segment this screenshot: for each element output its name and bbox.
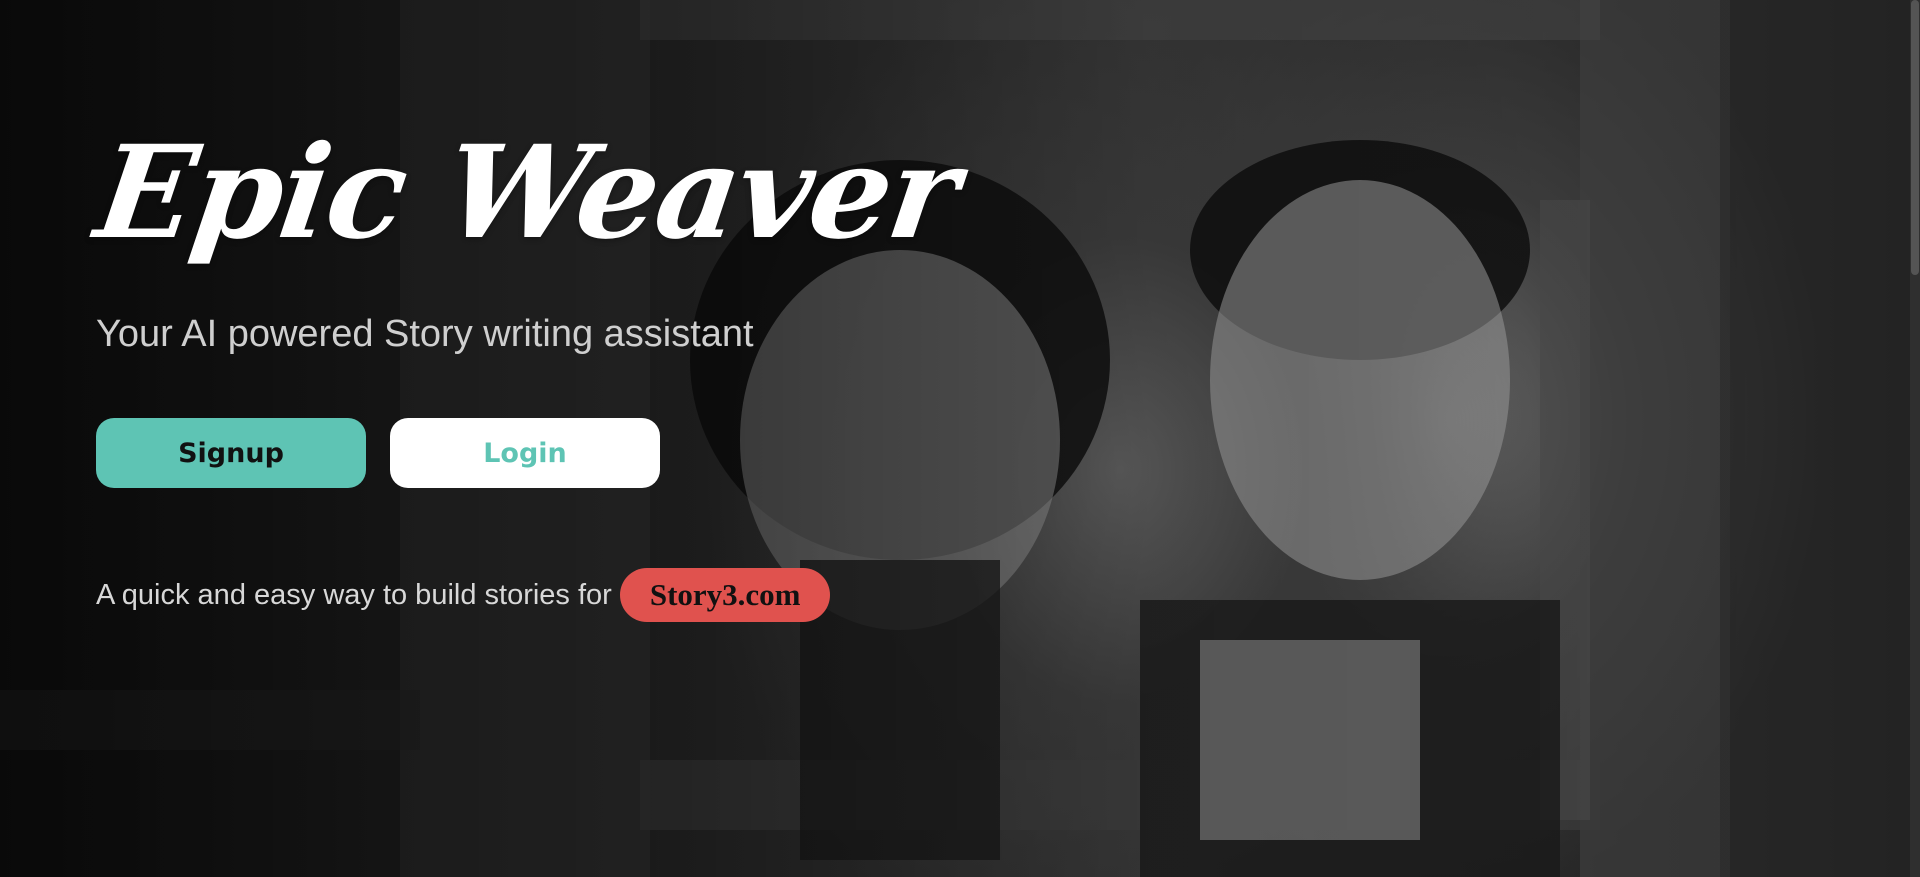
page-scrollbar[interactable] bbox=[1910, 0, 1920, 877]
hero-footer-line: A quick and easy way to build stories fo… bbox=[96, 568, 996, 623]
brand-title: Epic Weaver bbox=[87, 118, 967, 268]
hero-section: Epic Weaver Your AI powered Story writin… bbox=[0, 0, 1920, 877]
signup-button[interactable]: Signup bbox=[96, 418, 366, 489]
footer-description: A quick and easy way to build stories fo… bbox=[96, 578, 612, 611]
story3-link-badge[interactable]: Story3.com bbox=[619, 568, 831, 623]
hero-content: Epic Weaver Your AI powered Story writin… bbox=[88, 118, 996, 623]
hero-tagline: Your AI powered Story writing assistant bbox=[96, 313, 754, 356]
login-button[interactable]: Login bbox=[390, 418, 660, 489]
scrollbar-thumb[interactable] bbox=[1911, 0, 1919, 275]
auth-actions: Signup Login bbox=[96, 418, 996, 489]
